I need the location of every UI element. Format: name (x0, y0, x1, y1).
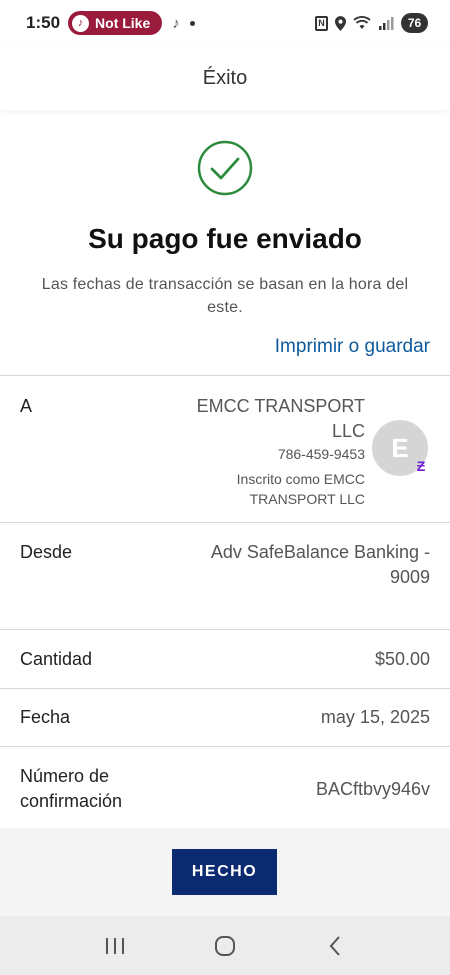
from-account: Adv SafeBalance Banking - 9009 (210, 542, 430, 588)
location-icon (335, 15, 346, 31)
payee-enrolled-as: Inscrito como EMCC TRANSPORT LLC (236, 471, 365, 508)
back-button[interactable] (320, 931, 350, 961)
home-icon (215, 935, 235, 956)
divider (0, 522, 450, 523)
page-header: Éxito (0, 46, 450, 110)
divider (0, 629, 450, 630)
music-note-icon: ♪ (72, 14, 90, 32)
notification-pill[interactable]: ♪ Not Like (68, 11, 163, 35)
date-value: may 15, 2025 (320, 707, 430, 727)
to-label: A (20, 396, 33, 416)
zelle-icon: Ƶ (416, 458, 426, 474)
amount-label: Cantidad (20, 649, 93, 669)
amount-value: $50.00 (374, 649, 430, 669)
back-icon (329, 935, 340, 956)
success-subtitle: Las fechas de transacción se basan en la… (41, 276, 409, 317)
divider (0, 688, 450, 689)
date-label: Fecha (20, 707, 71, 727)
payee-phone: 786-459-9453 (277, 446, 365, 462)
tiktok-icon: ♪ (172, 14, 180, 32)
status-bar: 1:50 ♪ Not Like ♪ N 76 (0, 0, 450, 46)
success-title: Su pago fue enviado (88, 223, 362, 254)
recent-apps-icon (106, 937, 124, 954)
payee-name: EMCC TRANSPORT LLC (196, 396, 365, 442)
status-time: 1:50 (26, 13, 61, 32)
success-section: Su pago fue enviado Las fechas de transa… (0, 140, 450, 319)
nfc-icon: N (315, 15, 328, 31)
signal-icon (379, 17, 394, 30)
home-button[interactable] (210, 931, 240, 961)
system-nav-bar (0, 916, 450, 975)
notification-pill-label: Not Like (95, 15, 151, 31)
done-button[interactable]: HECHO (172, 849, 277, 895)
confirmation-number-value: BACftbvy946v (315, 779, 430, 799)
divider (0, 746, 450, 747)
more-notifications-dot (189, 20, 195, 26)
page-title: Éxito (202, 66, 248, 89)
check-circle-icon (197, 140, 253, 196)
confirmation-number-label: Número de confirmación (20, 766, 123, 812)
battery-indicator: 76 (401, 13, 428, 33)
from-label: Desde (20, 542, 73, 562)
recent-apps-button[interactable] (100, 931, 130, 961)
print-or-save-link[interactable]: Imprimir o guardar (275, 336, 430, 358)
wifi-icon (353, 16, 371, 29)
divider (0, 375, 450, 376)
